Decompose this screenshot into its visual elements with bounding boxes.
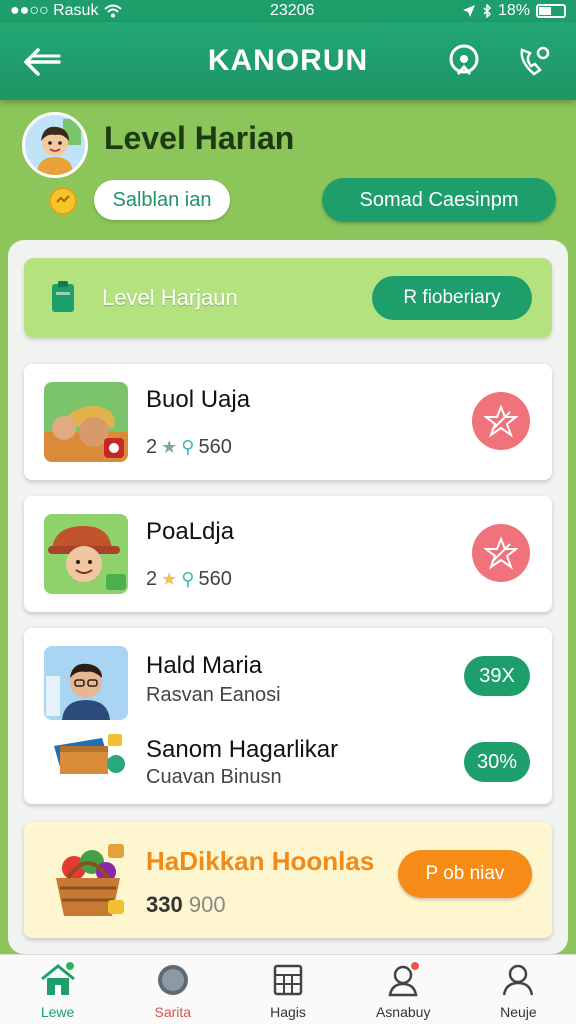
list-item[interactable]: Buol Uaja 2 ★ ⚲ 560: [24, 364, 552, 480]
banner-button[interactable]: R fioberiary: [372, 276, 532, 320]
card-meta: 2 ★ ⚲ 560: [146, 436, 232, 459]
nav-item-grid[interactable]: Hagis: [230, 955, 345, 1024]
status-time: 23206: [269, 2, 315, 19]
percent-badge[interactable]: 39X: [464, 656, 530, 696]
card-title: Buol Uaja: [146, 386, 251, 413]
card-thumbnail: [44, 514, 128, 594]
avatar[interactable]: [22, 112, 88, 178]
profile-title: Level Harian: [104, 120, 295, 156]
clipboard-icon: [52, 281, 74, 312]
star-cross-icon: [484, 536, 518, 570]
status-bar: ●●○○ Rasuk 23206 18%: [0, 0, 576, 22]
list-item-title: Sanom Hagarlikar: [146, 736, 339, 763]
card-thumbnail: [44, 382, 128, 462]
reward-points-muted: 900: [188, 892, 226, 917]
reward-points: 330: [146, 892, 183, 917]
card-title: PoaLdja: [146, 518, 235, 545]
call-button[interactable]: [512, 40, 556, 84]
reward-value: 330 900: [146, 892, 226, 918]
list-card: Hald Maria Rasvan Eanosi 39X Sanom Hagar…: [24, 628, 552, 804]
reward-title: HaDikkan Hoonlas: [146, 846, 375, 876]
remove-button[interactable]: [472, 524, 530, 582]
filter-chip[interactable]: Salblan ian: [94, 180, 230, 220]
list-item-subtitle: Cuavan Binusn: [146, 766, 282, 788]
ribbon-icon: ⚲: [181, 569, 195, 589]
star-icon: ★: [161, 437, 178, 457]
card-meta: 2 ★ ⚲ 560: [146, 568, 232, 591]
app-title: KANORUN: [207, 44, 369, 77]
coin-icon: [48, 186, 78, 216]
card-count: 2: [146, 568, 158, 590]
card-score: 560: [198, 436, 232, 458]
location-icon: [462, 5, 475, 17]
search-button[interactable]: [442, 40, 486, 84]
bottom-nav: Lewe Sarita Hagis Asnabuy Neuje: [0, 954, 576, 1024]
notification-dot: [63, 959, 76, 972]
list-thumbnail: [44, 646, 128, 720]
home-icon: [38, 959, 78, 1000]
nav-label: Lewe: [40, 1003, 75, 1020]
star-icon: ★: [161, 569, 178, 589]
compass-icon: [153, 960, 193, 1000]
list-item-title: Hald Maria: [146, 652, 263, 679]
card-count: 2: [146, 436, 158, 458]
nav-label: Asnabuy: [375, 1003, 431, 1020]
level-banner: Level Harjaun R fioberiary: [24, 258, 552, 338]
percent-badge[interactable]: 30%: [464, 742, 530, 782]
user-alert-icon: [383, 959, 423, 1000]
back-arrow-icon: [23, 48, 61, 76]
profile-icon: [498, 960, 538, 1000]
battery-icon: [535, 4, 566, 18]
list-thumbnail: [46, 730, 130, 780]
list-item[interactable]: PoaLdja 2 ★ ⚲ 560: [24, 496, 552, 612]
nav-label: Sarita: [154, 1003, 192, 1020]
nav-item-alerts[interactable]: Asnabuy: [346, 955, 461, 1024]
action-button[interactable]: Somad Caesinpm: [322, 178, 556, 222]
nav-item-profile[interactable]: Neuje: [461, 955, 576, 1024]
phone-icon: [520, 46, 550, 76]
wifi-icon: [104, 4, 123, 18]
nav-label: Neuje: [500, 1003, 537, 1020]
reward-button[interactable]: P ob niav: [398, 850, 532, 898]
bluetooth-icon: [483, 4, 492, 18]
banner-label: Level Harjaun: [102, 285, 238, 310]
grid-icon: [268, 960, 308, 1000]
ribbon-icon: ⚲: [181, 437, 195, 457]
notification-dot: [409, 959, 422, 972]
star-cross-icon: [484, 404, 518, 438]
nav-label: Hagis: [270, 1003, 306, 1020]
remove-button[interactable]: [472, 392, 530, 450]
carrier-label: ●●○○ Rasuk: [10, 2, 99, 19]
nav-item-explore[interactable]: Sarita: [115, 955, 230, 1024]
search-icon: [449, 44, 479, 75]
list-item-subtitle: Rasvan Eanosi: [146, 684, 281, 706]
app-header: KANORUN: [0, 22, 576, 100]
avatar-image: [25, 115, 85, 175]
main-panel: Level Harjaun R fioberiary Buol Uaja 2 ★…: [8, 240, 568, 954]
reward-card[interactable]: HaDikkan Hoonlas 330 900 P ob niav: [24, 822, 552, 938]
back-button[interactable]: [20, 40, 64, 84]
gift-basket-icon: [46, 838, 130, 922]
profile-area: Level Harian Salblan ian Somad Caesinpm: [0, 100, 576, 240]
nav-item-home[interactable]: Lewe: [0, 955, 115, 1024]
battery-percent: 18%: [497, 2, 530, 19]
card-score: 560: [198, 568, 232, 590]
